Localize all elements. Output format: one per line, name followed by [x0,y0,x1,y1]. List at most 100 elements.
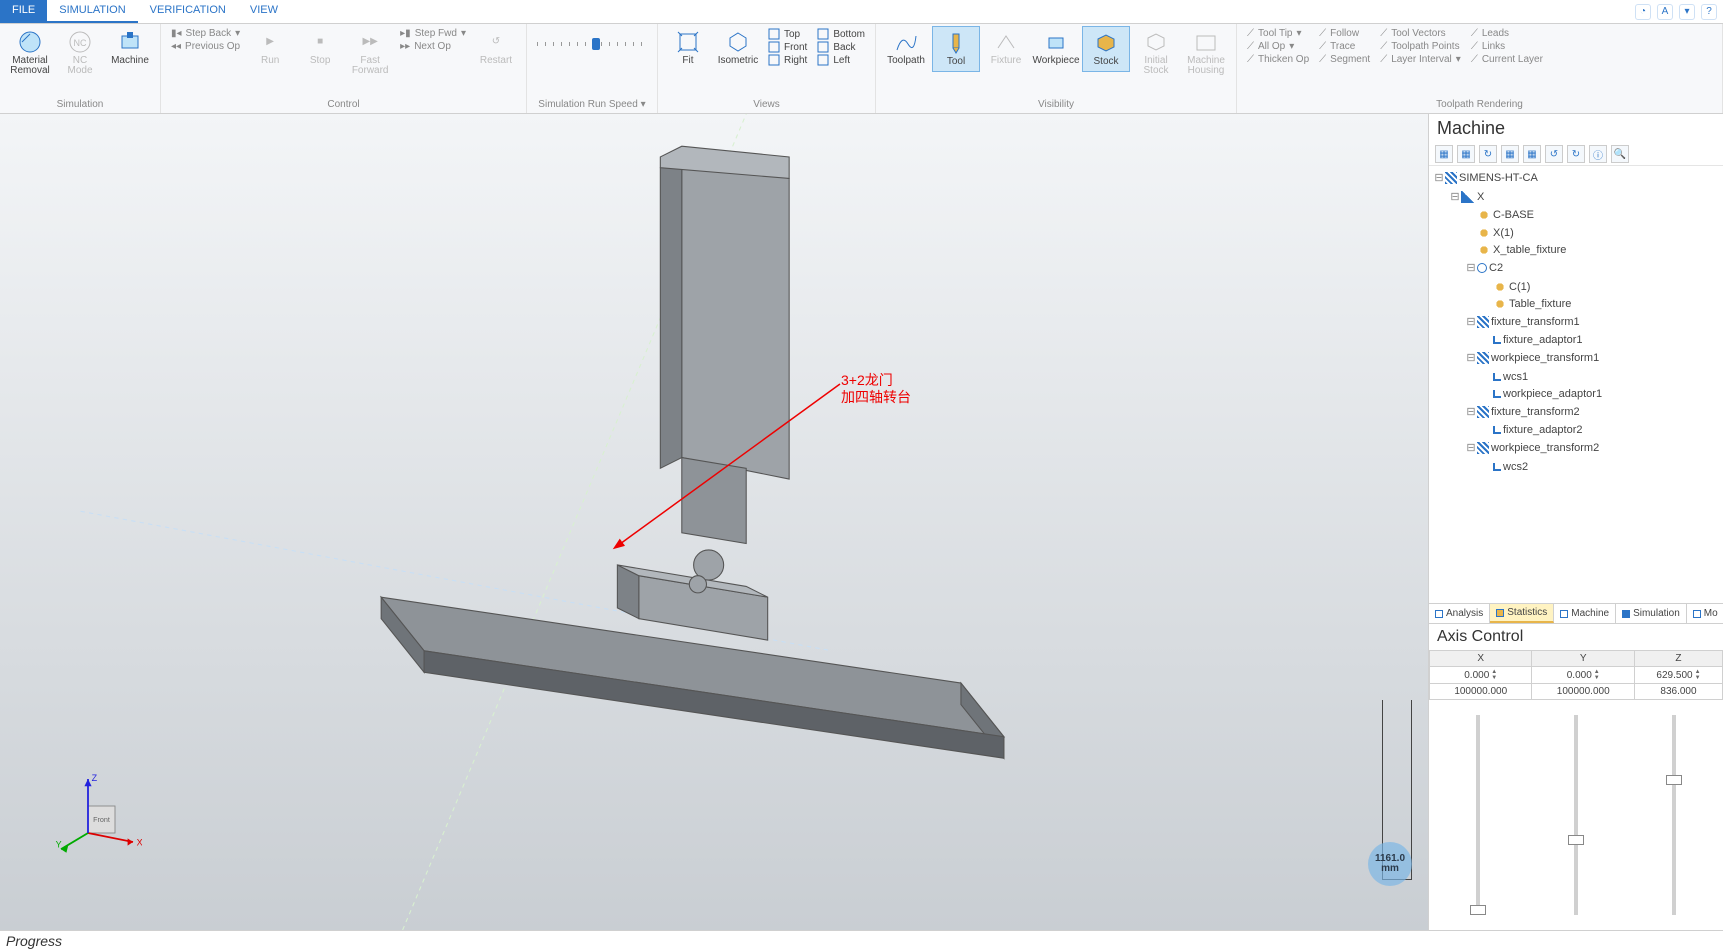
next-op-icon: ▸▸ [400,41,410,52]
axis-x-value[interactable]: 0.000▲▼ [1430,667,1532,684]
previous-op-button[interactable]: ◂◂Previous Op [171,41,240,52]
axis-header-y: Y [1532,651,1634,667]
vis-tool-button[interactable]: Tool [932,26,980,72]
fixture-icon [994,30,1018,54]
run-button[interactable]: ▶Run [246,26,294,70]
viewport-annotation: 3+2龙门 加四轴转台 [841,372,911,406]
isometric-icon [726,30,750,54]
chevron-down-icon[interactable]: ▾ [641,99,646,110]
ribbon-group-views-label: Views [664,97,869,113]
render-toolvectors[interactable]: ⟋ Tool Vectors [1380,28,1461,39]
render-currentlayer[interactable]: ⟋ Current Layer [1471,54,1543,65]
axis-y-value[interactable]: 0.000▲▼ [1532,667,1634,684]
titlebar-icon-2[interactable]: A [1657,4,1673,20]
axis-slider-z[interactable] [1625,700,1723,930]
render-toolpathpoints[interactable]: ⟋ Toolpath Points [1380,41,1461,52]
view-top-button[interactable]: Top [768,28,807,40]
3d-viewport[interactable]: 3+2龙门 加四轴转台 Front X Y Z 1161.0mm [0,114,1428,930]
fast-forward-button[interactable]: ▶▶Fast Forward [346,26,394,80]
render-thicken[interactable]: ⟋ Thicken Op [1247,54,1309,65]
isometric-button[interactable]: Isometric [714,26,762,70]
stop-button[interactable]: ■Stop [296,26,344,70]
tab-simulation-panel[interactable]: Simulation [1616,604,1687,623]
tab-machine[interactable]: Machine [1554,604,1616,623]
axis-x-limit: 100000.000 [1430,684,1532,700]
vis-stock-button[interactable]: Stock [1082,26,1130,72]
axis-slider-y[interactable] [1527,700,1625,930]
render-links[interactable]: ⟋ Links [1471,41,1543,52]
nc-mode-label: NC Mode [67,56,92,76]
speed-slider[interactable] [537,42,647,46]
titlebar-icon-3[interactable]: ▾ [1679,4,1695,20]
machine-label: Machine [111,56,149,66]
render-allop[interactable]: ⟋ All Op ▾ [1247,41,1309,52]
panel-tool-4[interactable]: ▦ [1501,145,1519,163]
axis-slider-x[interactable] [1429,700,1527,930]
render-leads[interactable]: ⟋ Leads [1471,28,1543,39]
vis-fixture-button[interactable]: Fixture [982,26,1030,70]
tab-verification[interactable]: VERIFICATION [138,0,238,23]
tab-analysis[interactable]: Analysis [1429,604,1490,623]
panel-tool-3[interactable]: ↻ [1479,145,1497,163]
material-removal-label: Material Removal [10,56,49,76]
fit-button[interactable]: Fit [664,26,712,70]
panel-tool-6[interactable]: ↺ [1545,145,1563,163]
ribbon: Material Removal NC NC Mode Machine Simu… [0,24,1723,114]
ribbon-group-control-label: Control [167,97,520,113]
restart-icon: ↺ [484,30,508,54]
main-tabs: FILE SIMULATION VERIFICATION VIEW ◔ A ▾ … [0,0,1723,24]
vis-initial-stock-button[interactable]: Initial Stock [1132,26,1180,80]
render-tooltip[interactable]: ⟋ Tool Tip ▾ [1247,28,1309,39]
titlebar-icon-4[interactable]: ? [1701,4,1717,20]
view-triad[interactable]: Front X Y Z [52,770,142,860]
render-layerinterval[interactable]: ⟋ Layer Interval ▾ [1380,54,1461,65]
machine-button[interactable]: Machine [106,26,154,70]
svg-text:NC: NC [74,38,87,48]
panel-tool-8[interactable]: ⓘ [1589,145,1607,163]
titlebar-icon-1[interactable]: ◔ [1635,4,1651,20]
ribbon-group-control: ▮◂Step Back ▾ ◂◂Previous Op ▶Run ■Stop ▶… [161,24,527,113]
view-bottom-button[interactable]: Bottom [817,28,865,40]
machine-tree[interactable]: ⊟SIMENS-HT-CA ⊟X C-BASE X(1) X_table_fix… [1429,166,1723,603]
tab-simulation[interactable]: SIMULATION [47,0,137,23]
nc-mode-icon: NC [68,30,92,54]
view-back-button[interactable]: Back [817,41,865,53]
nc-mode-button[interactable]: NC NC Mode [56,26,104,80]
stock-icon [1094,31,1118,55]
panel-tool-5[interactable]: ▦ [1523,145,1541,163]
axis-z-value[interactable]: 629.500▲▼ [1634,667,1722,684]
tab-view[interactable]: VIEW [238,0,290,23]
ribbon-group-visibility: Toolpath Tool Fixture Workpiece Stock In… [876,24,1237,113]
tool-icon [944,31,968,55]
panel-tool-2[interactable]: ▦ [1457,145,1475,163]
tab-mo[interactable]: Mo [1687,604,1723,623]
vis-toolpath-button[interactable]: Toolpath [882,26,930,70]
tab-statistics[interactable]: Statistics [1490,604,1554,623]
panel-tool-9[interactable]: 🔍 [1611,145,1629,163]
view-left-button[interactable]: Left [817,54,865,66]
restart-button[interactable]: ↺Restart [472,26,520,70]
panel-tool-7[interactable]: ↻ [1567,145,1585,163]
next-op-button[interactable]: ▸▸Next Op [400,41,466,52]
step-fwd-button[interactable]: ▸▮Step Fwd ▾ [400,28,466,39]
step-back-button[interactable]: ▮◂Step Back ▾ [171,28,240,39]
stop-icon: ■ [308,30,332,54]
scale-indicator: 1161.0mm [1262,700,1412,880]
fit-icon [676,30,700,54]
workpiece-icon [1044,30,1068,54]
main-area: 3+2龙门 加四轴转台 Front X Y Z 1161.0mm Machine… [0,114,1723,930]
material-removal-button[interactable]: Material Removal [6,26,54,80]
axis-z-limit: 836.000 [1634,684,1722,700]
panel-tool-1[interactable]: ▦ [1435,145,1453,163]
vis-machine-housing-button[interactable]: Machine Housing [1182,26,1230,80]
render-segment[interactable]: ⟋ Segment [1319,54,1370,65]
view-front-button[interactable]: Front [768,41,807,53]
render-trace[interactable]: ⟋ Trace [1319,41,1370,52]
vis-workpiece-button[interactable]: Workpiece [1032,26,1080,70]
view-right-button[interactable]: Right [768,54,807,66]
axis-control-title: Axis Control [1429,624,1723,650]
tab-file[interactable]: FILE [0,0,47,23]
svg-text:Y: Y [56,839,62,849]
render-follow[interactable]: ⟋ Follow [1319,28,1370,39]
machine-housing-icon [1194,30,1218,54]
